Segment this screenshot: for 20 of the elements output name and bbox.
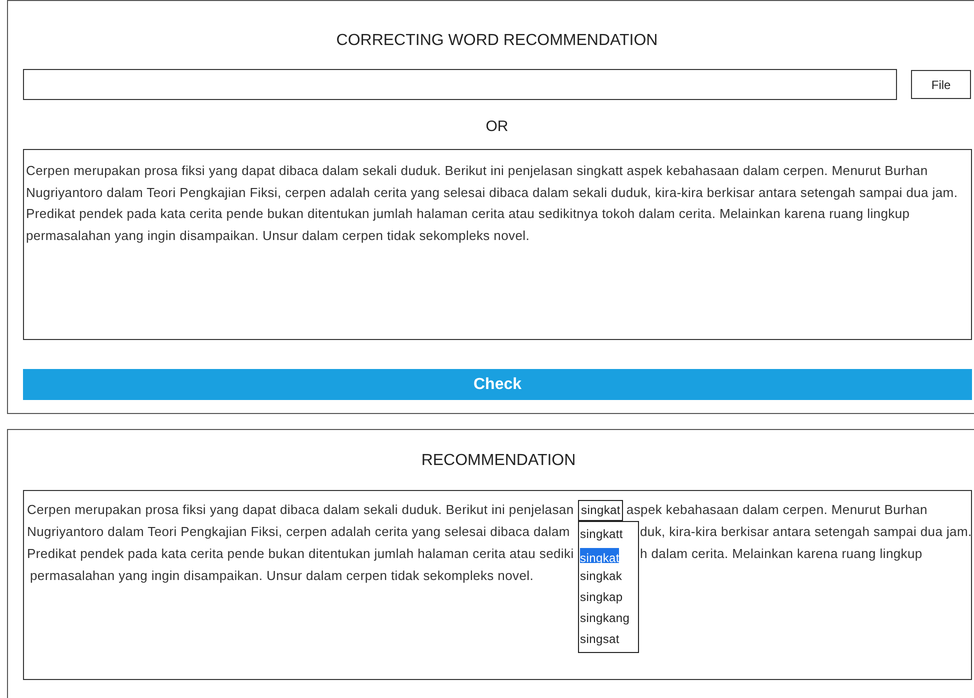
body-text: Predikat pendek pada kata cerita pende bukan ditentukan jumlah halaman cerita atau sediki (27, 545, 575, 563)
body-text: permasalahan yang ingin disampaikan. Unsur dalam cerpen tidak sekompleks novel. (30, 567, 534, 585)
separator-text: OR (486, 118, 508, 136)
body-text: duk, kira-kira berkisar antara setengah sampai dua jam. (640, 523, 972, 541)
suggestion-option[interactable]: singkang (580, 608, 637, 629)
body-text: Cerpen merupakan prosa fiksi yang dapat dibaca dalam sekali duduk. Berikut ini penjelasan (27, 501, 575, 519)
suggestion-option[interactable]: singsat (580, 629, 637, 650)
body-text: h dalam cerita. Melainkan karena ruang lingkup (640, 545, 922, 563)
panel-title: CORRECTING WORD RECOMMENDATION (336, 31, 658, 51)
suggestion-option[interactable]: singkat (580, 548, 620, 563)
file-button[interactable]: File (911, 70, 971, 99)
word-select[interactable]: singkat (578, 500, 624, 521)
suggestion-option[interactable]: singkak (580, 566, 637, 587)
body-text: Nugriyantoro dalam Teori Pengkajian Fiksi, cerpen adalah cerita yang selesai dibaca dalam (27, 523, 571, 541)
suggestion-option[interactable]: singkatt (580, 524, 637, 545)
text-area[interactable]: Cerpen merupakan prosa fiksi yang dapat dibaca dalam sekali duduk. Berikut ini penjelasan singkatt aspek kebahasaan dalam cerpen. Menurut Burhan Nugriyantoro dalam Teori Pengkajian Fiksi, cerpen adalah cerita yang selesai dibaca dalam sekali duduk, kira-kira berkisar antara setengah sampai dua jam. Predikat pendek pada kata cerita pende bukan ditentukan jumlah halaman cerita atau sedikitnya tokoh dalam cerita. Melainkan karena ruang lingkup permasalahan yang ingin disampaikan. Unsur dalam cerpen tidak sekompleks novel. (23, 149, 972, 340)
body-text: aspek kebahasaan dalam cerpen. Menurut Burhan (626, 501, 928, 519)
input-field[interactable] (23, 69, 898, 100)
panel-title: RECOMMENDATION (421, 451, 576, 471)
suggestion-option[interactable]: singkap (580, 587, 637, 608)
